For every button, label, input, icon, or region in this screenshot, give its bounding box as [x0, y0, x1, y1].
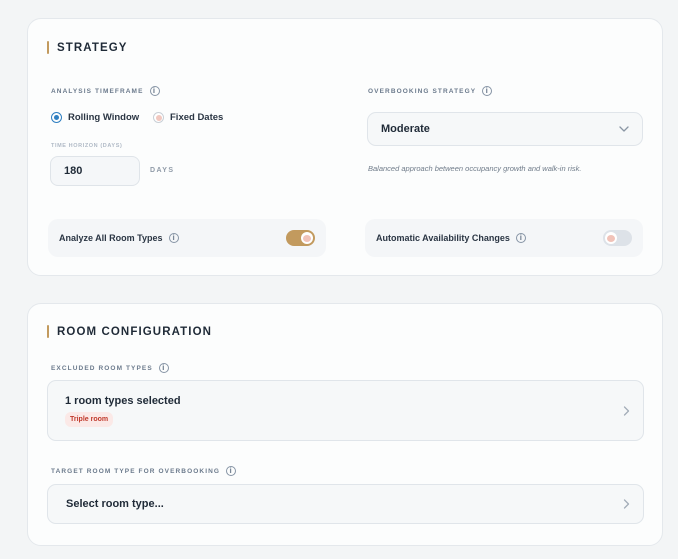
days-unit: DAYS — [150, 167, 175, 174]
time-horizon-label: TIME HORIZON (DAYS) — [51, 143, 123, 149]
overbooking-strategy-select[interactable]: Moderate — [367, 112, 643, 146]
chevron-right-icon — [623, 405, 630, 416]
info-icon[interactable]: i — [158, 363, 169, 373]
radio-fixed-dates[interactable]: Fixed Dates — [153, 112, 223, 123]
radio-checked-icon[interactable] — [51, 112, 62, 123]
overbooking-strategy-label: OVERBOOKING STRATEGY i — [368, 86, 493, 96]
room-section-title: ROOM CONFIGURATION — [47, 325, 212, 338]
info-icon[interactable]: i — [226, 466, 237, 476]
excluded-room-types-label: EXCLUDED ROOM TYPES i — [51, 363, 169, 373]
room-configuration-card: ROOM CONFIGURATION EXCLUDED ROOM TYPES i… — [27, 303, 663, 546]
automatic-availability-changes-row: Automatic Availability Changes i — [365, 219, 643, 257]
radio-unchecked-icon[interactable] — [153, 112, 164, 123]
time-horizon-input[interactable]: 180 — [50, 156, 140, 186]
analyze-all-room-types-toggle[interactable] — [286, 230, 315, 246]
radio-rolling-window[interactable]: Rolling Window — [51, 112, 139, 123]
info-icon[interactable]: i — [515, 233, 526, 243]
room-title: ROOM CONFIGURATION — [57, 325, 213, 338]
target-room-type-label: TARGET ROOM TYPE FOR OVERBOOKING i — [51, 466, 237, 476]
section-accent-bar — [47, 325, 49, 338]
analyze-all-room-types-row: Analyze All Room Types i — [48, 219, 326, 257]
strategy-card: STRATEGY ANALYSIS TIMEFRAME i Rolling Wi… — [27, 18, 663, 276]
strategy-section-title: STRATEGY — [47, 41, 128, 54]
info-icon[interactable]: i — [149, 86, 160, 96]
room-chip-triple-room[interactable]: Triple room — [65, 412, 114, 427]
overbooking-help-text: Balanced approach between occupancy grow… — [368, 164, 582, 173]
excluded-room-types-select[interactable]: 1 room types selected Triple room — [47, 380, 644, 441]
strategy-title: STRATEGY — [57, 41, 128, 54]
excluded-summary: 1 room types selected — [65, 395, 181, 407]
chevron-down-icon — [619, 126, 629, 132]
chevron-right-icon — [623, 499, 630, 509]
target-room-type-select[interactable]: Select room type... — [47, 484, 644, 524]
info-icon[interactable]: i — [482, 86, 493, 96]
info-icon[interactable]: i — [168, 233, 179, 243]
section-accent-bar — [47, 41, 49, 54]
automatic-availability-changes-toggle[interactable] — [603, 230, 632, 246]
analysis-timeframe-label: ANALYSIS TIMEFRAME i — [51, 86, 160, 96]
